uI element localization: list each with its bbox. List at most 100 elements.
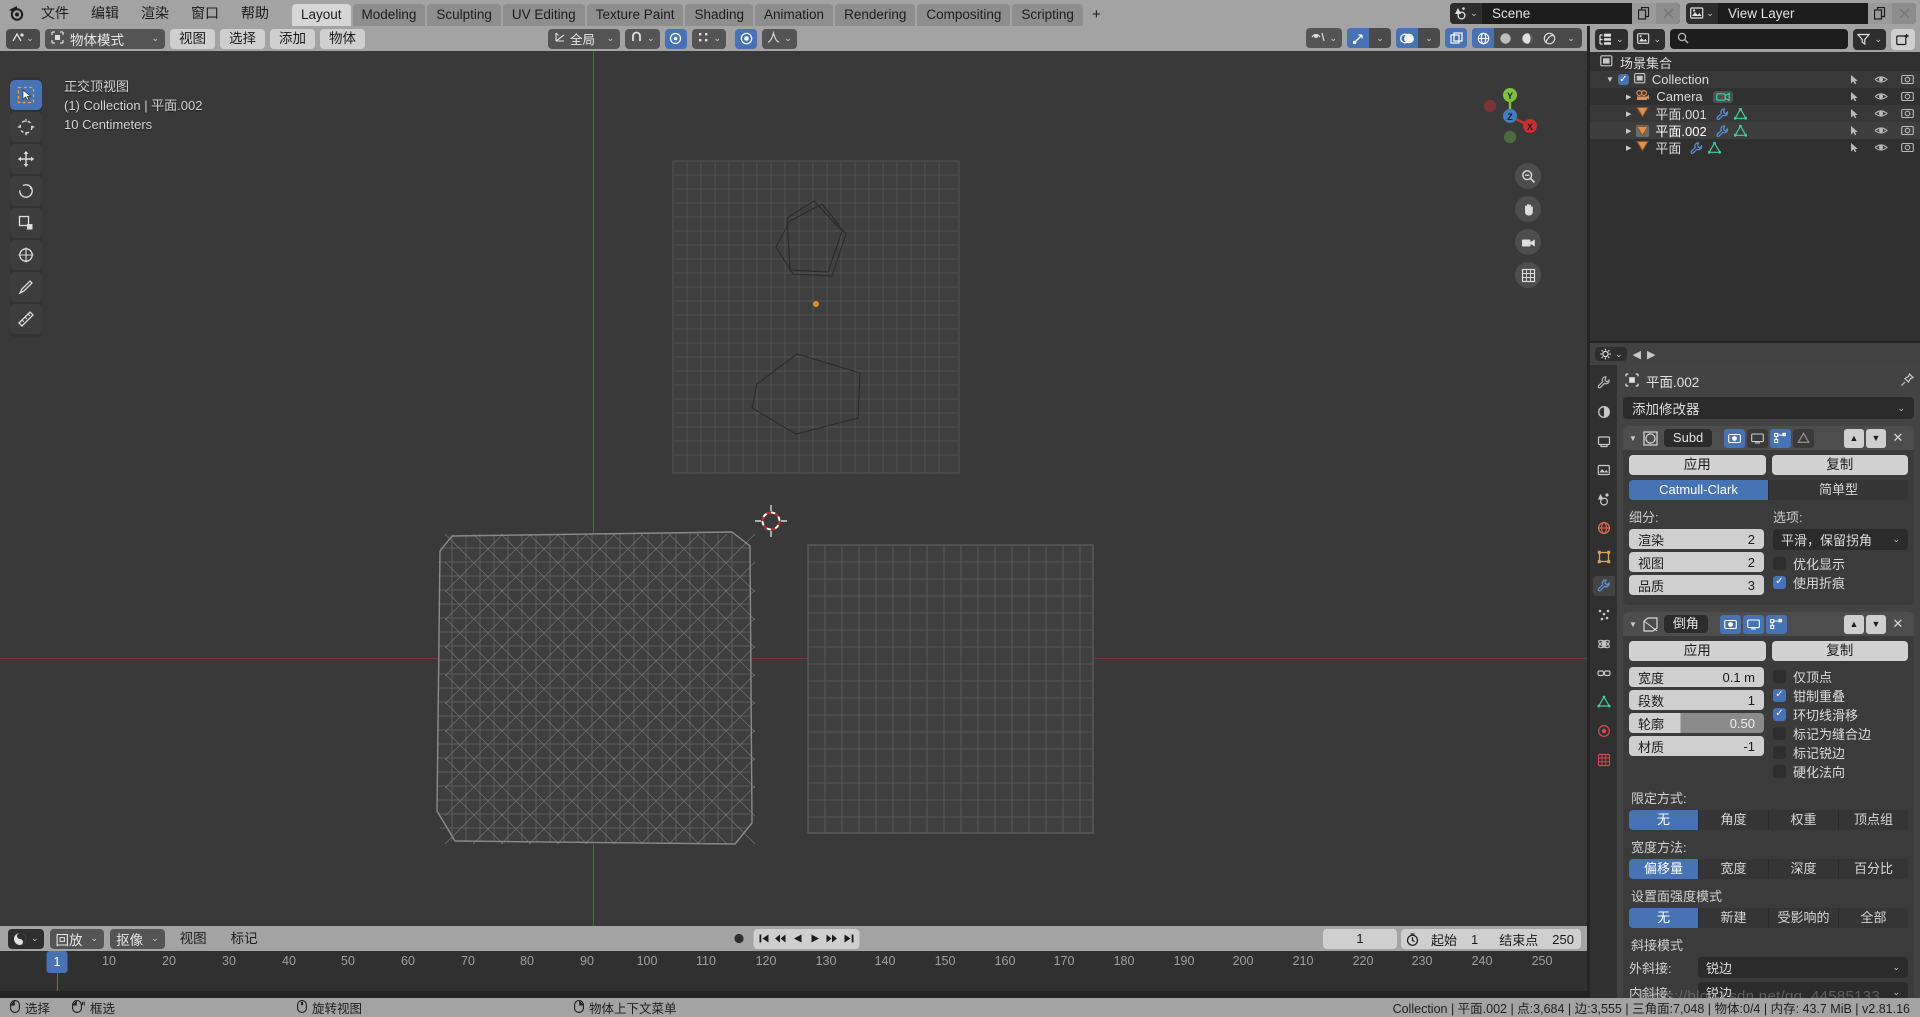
- xray-icon[interactable]: [1445, 28, 1467, 48]
- prev-keyframe-icon[interactable]: [772, 933, 789, 944]
- outliner-editor[interactable]: ⌄ ⌄ ⌄ 场景集合 ▼ ✓ Collection ▶ Camera ▶ 平面.…: [1590, 26, 1920, 341]
- width-percent-option[interactable]: 百分比: [1839, 859, 1908, 879]
- uv-smooth-dropdown[interactable]: 平滑，保留拐角 ⌄: [1773, 529, 1908, 550]
- shading-mode-group[interactable]: ⌄: [1472, 28, 1582, 48]
- catmull-clark-option[interactable]: Catmull-Clark: [1629, 480, 1768, 500]
- object-tab-icon[interactable]: [1593, 547, 1615, 567]
- mark-sharp-checkbox-row[interactable]: 标记锐边: [1773, 743, 1908, 761]
- cursor-tool-icon[interactable]: [10, 112, 42, 142]
- width-width-option[interactable]: 宽度: [1699, 859, 1768, 879]
- viewport-canvas[interactable]: 正交顶视图 (1) Collection | 平面.002 10 Centime…: [0, 51, 1587, 926]
- outliner-display-mode-icon[interactable]: ⌄: [1595, 28, 1628, 50]
- clamp-overlap-checkbox[interactable]: [1773, 688, 1786, 702]
- on-cage-visibility-icon[interactable]: [1793, 428, 1815, 448]
- face-strength-all-option[interactable]: 全部: [1839, 908, 1908, 928]
- timeline-menu-keying[interactable]: 抠像 ⌄: [110, 928, 165, 949]
- zoom-icon[interactable]: [1515, 163, 1541, 189]
- mark-sharp-checkbox[interactable]: [1773, 745, 1786, 759]
- outliner-scene-collection-row[interactable]: 场景集合: [1590, 54, 1920, 71]
- timeline-menu-view[interactable]: 视图: [171, 929, 216, 949]
- timeline-body[interactable]: 10 20 30 40 50 60 70 80 90 100 110 120 1…: [0, 951, 1587, 991]
- workspace-tab-compositing[interactable]: Compositing: [917, 4, 1011, 26]
- pivot-point-icon[interactable]: [735, 28, 758, 49]
- auto-key-timer-icon[interactable]: [1401, 932, 1424, 946]
- new-view-layer-button[interactable]: [1868, 2, 1892, 24]
- expand-triangle-icon[interactable]: ▶: [1626, 93, 1631, 101]
- mesh-data-icon[interactable]: [1733, 107, 1747, 120]
- rotate-tool-icon[interactable]: [10, 176, 42, 206]
- scene-selector[interactable]: ⌄ Scene: [1450, 2, 1680, 24]
- snapping-toggle[interactable]: ⌄: [625, 28, 660, 49]
- gizmo-icon[interactable]: [1347, 28, 1369, 48]
- loop-slide-checkbox[interactable]: [1773, 707, 1786, 721]
- scene-icon[interactable]: ⌄: [1450, 2, 1482, 24]
- pan-hand-icon[interactable]: [1515, 196, 1541, 222]
- width-method-selector[interactable]: 偏移量 宽度 深度 百分比: [1629, 859, 1908, 879]
- modifier-wrench-icon[interactable]: [1716, 124, 1729, 137]
- edit-mode-visibility-icon[interactable]: [1765, 614, 1787, 634]
- menu-render[interactable]: 渲染: [130, 0, 180, 26]
- editor-type-properties-icon[interactable]: ⌄: [1595, 347, 1627, 361]
- modifier-panel-bevel[interactable]: ▼ 倒角 ▲ ▼ ✕ 应用 复制 宽度 0.1 m 段数 1 轮廓 0.50 材…: [1623, 612, 1914, 998]
- outliner-tree[interactable]: 场景集合 ▼ Collection ▶: [1590, 52, 1920, 156]
- workspace-tab-modeling[interactable]: Modeling: [352, 4, 426, 26]
- viewport-levels-field[interactable]: 视图 2: [1629, 552, 1764, 572]
- bevel-width-field[interactable]: 宽度 0.1 m: [1629, 667, 1764, 687]
- render-visibility-icon[interactable]: [1719, 614, 1741, 634]
- harden-normals-checkbox-row[interactable]: 硬化法向: [1773, 762, 1908, 780]
- editor-type-3dview-icon[interactable]: ⌄: [6, 28, 40, 49]
- jump-end-icon[interactable]: [840, 933, 857, 944]
- mark-seams-checkbox[interactable]: [1773, 726, 1786, 740]
- width-offset-option[interactable]: 偏移量: [1629, 859, 1698, 879]
- overlays-dropdown[interactable]: ⌄: [1418, 28, 1440, 48]
- face-strength-affected-option[interactable]: 受影响的: [1769, 908, 1838, 928]
- close-x-icon[interactable]: ✕: [1888, 615, 1908, 634]
- outer-miter-dropdown[interactable]: 锐边 ⌄: [1698, 957, 1908, 978]
- menu-edit[interactable]: 编辑: [80, 0, 130, 26]
- modifier-name[interactable]: 倒角: [1663, 615, 1708, 633]
- timeline-menu-playback[interactable]: 回放 ⌄: [49, 928, 105, 949]
- back-arrow-icon[interactable]: ◀: [1633, 348, 1641, 361]
- mesh-data-icon[interactable]: [1733, 124, 1747, 137]
- viewport-visibility-icon[interactable]: [1747, 428, 1769, 448]
- modifier-wrench-icon[interactable]: [1716, 107, 1729, 120]
- subdivision-algorithm-selector[interactable]: Catmull-Clark 简单型: [1629, 480, 1908, 500]
- outliner-row-icons[interactable]: [1849, 91, 1914, 102]
- proportional-edit-icon[interactable]: [664, 28, 687, 49]
- move-tool-icon[interactable]: [10, 144, 42, 174]
- outliner-row-camera[interactable]: ▶ Camera: [1590, 88, 1920, 105]
- duplicate-button[interactable]: 复制: [1771, 455, 1908, 475]
- limit-method-selector[interactable]: 无 角度 权重 顶点组: [1629, 810, 1908, 830]
- physics-tab-icon[interactable]: [1593, 634, 1615, 654]
- 3d-viewport[interactable]: ⌄ 物体模式 ⌄ 视图 选择 添加 物体 全局 ⌄ ⌄ ⌄ ⌄ ⌄ ⌄ ⌄ ⌄ …: [0, 26, 1587, 926]
- expand-triangle-icon[interactable]: ▶: [1626, 110, 1631, 118]
- face-strength-selector[interactable]: 无 新建 受影响的 全部: [1629, 908, 1908, 928]
- modifier-tab-icon[interactable]: [1592, 576, 1615, 596]
- shading-dropdown[interactable]: ⌄: [1560, 28, 1582, 48]
- mesh-data-icon[interactable]: [1708, 141, 1722, 154]
- blender-logo-icon[interactable]: [0, 0, 30, 26]
- gizmo-dropdown[interactable]: ⌄: [1369, 28, 1391, 48]
- falloff-curve-selector[interactable]: ⌄: [762, 28, 797, 49]
- timeline-menu-marker[interactable]: 标记: [222, 929, 267, 949]
- move-down-icon[interactable]: ▼: [1866, 614, 1886, 634]
- workspace-tab-shading[interactable]: Shading: [685, 4, 754, 26]
- move-up-icon[interactable]: ▲: [1844, 614, 1864, 634]
- overlays-icon[interactable]: [1396, 28, 1418, 48]
- menu-help[interactable]: 帮助: [230, 0, 280, 26]
- editor-type-timeline-icon[interactable]: ⌄: [8, 928, 44, 949]
- limit-vertex-group-option[interactable]: 顶点组: [1839, 810, 1908, 830]
- modifier-header[interactable]: ▼ 倒角 ▲ ▼ ✕: [1623, 612, 1914, 636]
- width-depth-option[interactable]: 深度: [1769, 859, 1838, 879]
- collection-checkbox[interactable]: [1617, 74, 1629, 85]
- outliner-row-icons[interactable]: [1849, 125, 1914, 136]
- output-tab-icon[interactable]: [1593, 431, 1615, 451]
- object-visibility-selector[interactable]: ⌄: [1306, 28, 1342, 48]
- edit-mode-visibility-icon[interactable]: [1770, 428, 1792, 448]
- render-tab-icon[interactable]: [1593, 402, 1615, 422]
- modifier-body[interactable]: 应用 复制 Catmull-Clark 简单型 细分: 渲染 2 视图 2 品质…: [1623, 450, 1914, 605]
- menu-file[interactable]: 文件: [30, 0, 80, 26]
- view-layer-icon[interactable]: ⌄: [1686, 2, 1718, 24]
- outliner-row-plane-001[interactable]: ▶ 平面.001: [1590, 105, 1920, 122]
- viewport-menu-add[interactable]: 添加: [270, 28, 315, 49]
